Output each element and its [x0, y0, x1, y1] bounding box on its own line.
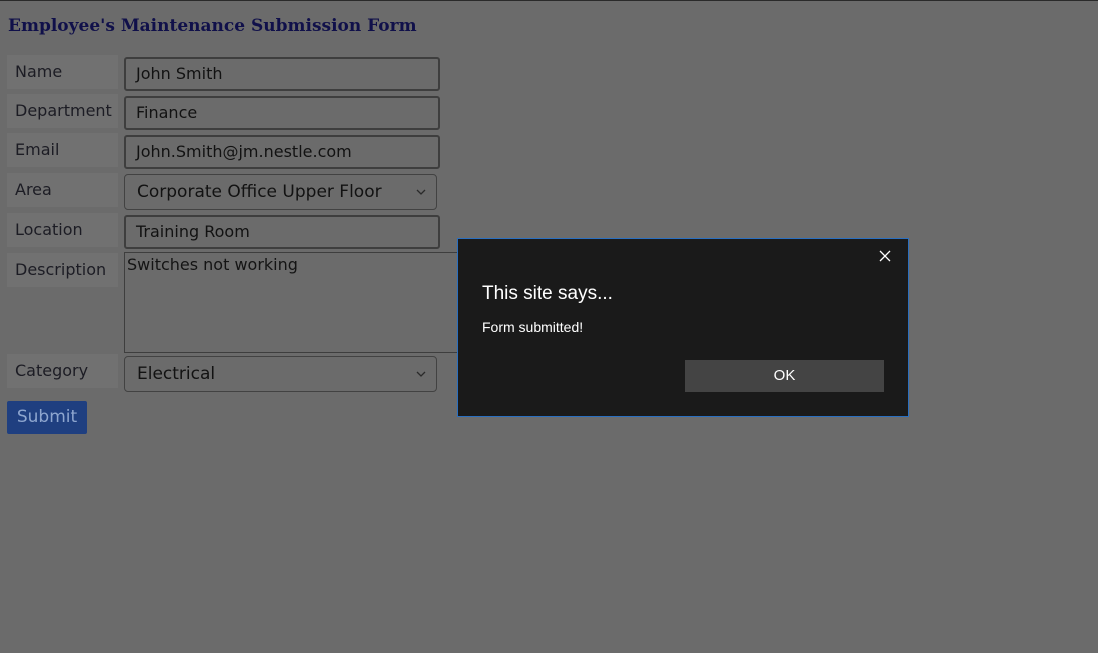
area-select-value: Corporate Office Upper Floor [137, 182, 382, 202]
area-select[interactable]: Corporate Office Upper Floor [124, 174, 437, 210]
department-input[interactable]: Finance [124, 96, 440, 130]
email-label: Email [7, 133, 118, 167]
description-label: Description [7, 253, 118, 287]
category-select[interactable]: Electrical [124, 356, 437, 392]
description-textarea[interactable]: Switches not working [124, 252, 460, 353]
form-title: Employee's Maintenance Submission Form [8, 16, 417, 36]
dialog-heading: This site says... [482, 283, 613, 304]
category-label: Category [7, 354, 118, 388]
location-input[interactable]: Training Room [124, 215, 440, 249]
submit-button[interactable]: Submit [7, 401, 87, 434]
location-label: Location [7, 213, 118, 247]
top-border-line [0, 0, 1098, 1]
department-label: Department [7, 94, 118, 128]
dialog-message: Form submitted! [482, 319, 584, 335]
chevron-down-icon [416, 371, 426, 377]
email-input[interactable]: John.Smith@jm.nestle.com [124, 135, 440, 169]
ok-button[interactable]: OK [685, 360, 884, 392]
name-input[interactable]: John Smith [124, 57, 440, 91]
chevron-down-icon [416, 189, 426, 195]
close-icon[interactable] [878, 249, 892, 263]
alert-dialog: This site says... Form submitted! OK [457, 238, 909, 417]
category-select-value: Electrical [137, 364, 216, 384]
name-label: Name [7, 55, 118, 89]
area-label: Area [7, 173, 118, 207]
